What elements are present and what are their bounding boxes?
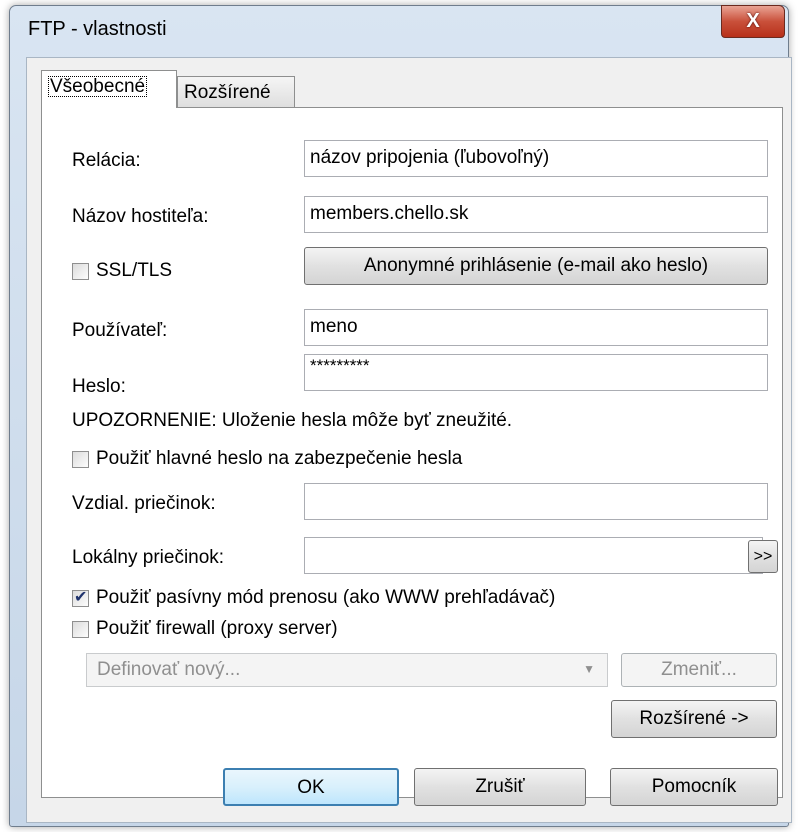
firewall-checkbox-box[interactable]: [72, 620, 89, 638]
password-label: Heslo:: [72, 376, 126, 397]
ssl-checkbox-label: SSL/TLS: [96, 260, 173, 281]
advanced-button[interactable]: Rozšírené ->: [611, 700, 777, 738]
passive-mode-checkbox-label: Použiť pasívny mód prenosu (ako WWW preh…: [96, 587, 556, 608]
firewall-checkbox-label: Použiť firewall (proxy server): [96, 618, 338, 639]
remote-folder-label: Vzdial. priečinok:: [72, 493, 216, 514]
chevron-down-icon: ▼: [583, 662, 595, 676]
ssl-checkbox[interactable]: SSL/TLS: [72, 260, 172, 282]
master-password-checkbox[interactable]: Použiť hlavné heslo na zabezpečenie hesl…: [72, 448, 462, 470]
host-input[interactable]: members.chello.sk: [304, 196, 768, 233]
tab-advanced[interactable]: Rozšírené: [177, 76, 295, 110]
remote-folder-input[interactable]: [304, 483, 768, 520]
local-folder-label: Lokálny priečinok:: [72, 547, 225, 568]
user-label: Používateľ:: [72, 320, 168, 341]
tab-panel-general: Relácia: názov pripojenia (ľubovoľný) Ná…: [41, 107, 783, 798]
close-button[interactable]: X: [721, 5, 785, 38]
password-input[interactable]: *********: [304, 354, 768, 391]
master-password-checkbox-box[interactable]: [72, 450, 89, 468]
ok-button[interactable]: OK: [223, 768, 399, 806]
password-warning: UPOZORNENIE: Uloženie hesla môže byť zne…: [72, 410, 513, 431]
session-label: Relácia:: [72, 150, 141, 171]
dialog-client: Všeobecné Rozšírené Relácia: názov pripo…: [26, 57, 792, 823]
user-input[interactable]: meno: [304, 309, 768, 346]
cancel-button[interactable]: Zrušiť: [414, 768, 586, 806]
anonymous-login-button[interactable]: Anonymné prihlásenie (e-mail ako heslo): [304, 247, 768, 285]
window-title: FTP - vlastnosti: [28, 18, 167, 40]
local-folder-input[interactable]: [304, 537, 763, 574]
browse-local-folder-button[interactable]: >>: [748, 540, 778, 573]
session-input[interactable]: názov pripojenia (ľubovoľný): [304, 140, 768, 177]
proxy-select[interactable]: Definovať nový... ▼: [86, 653, 608, 687]
host-label: Názov hostiteľa:: [72, 206, 209, 227]
firewall-checkbox[interactable]: Použiť firewall (proxy server): [72, 618, 338, 640]
passive-mode-checkbox-box[interactable]: [72, 587, 89, 607]
tab-general[interactable]: Všeobecné: [41, 70, 177, 108]
master-password-checkbox-label: Použiť hlavné heslo na zabezpečenie hesl…: [96, 448, 463, 469]
proxy-select-value: Definovať nový...: [97, 659, 241, 680]
help-button[interactable]: Pomocník: [610, 768, 778, 806]
dialog-window: FTP - vlastnosti X Všeobecné Rozšírené R…: [9, 5, 792, 827]
ssl-checkbox-box[interactable]: [72, 262, 89, 280]
passive-mode-checkbox[interactable]: Použiť pasívny mód prenosu (ako WWW preh…: [72, 587, 555, 609]
close-icon: X: [746, 10, 760, 32]
change-proxy-button[interactable]: Zmeniť...: [621, 653, 777, 687]
